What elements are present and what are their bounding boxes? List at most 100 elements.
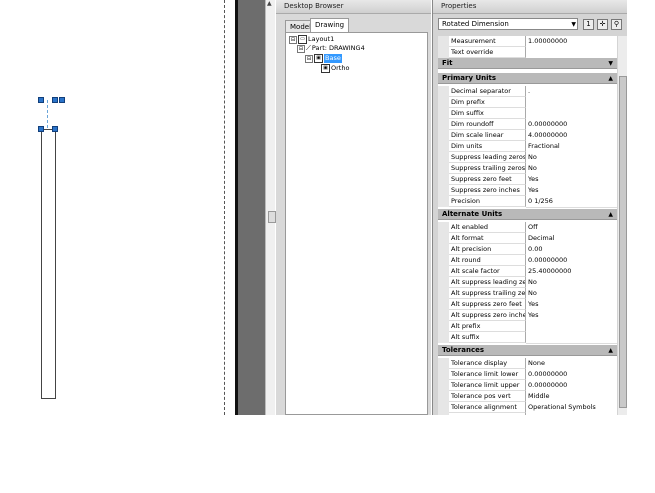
- dimension-grip[interactable]: [59, 97, 65, 103]
- pickadd-icon[interactable]: ✛: [597, 19, 608, 30]
- properties-panel: Properties Rotated Dimension ▼ 1 ✛ ⚲ Mea…: [432, 0, 627, 415]
- property-row[interactable]: Alt suppress zero feet Yes: [438, 299, 617, 311]
- property-value[interactable]: 0.00000000: [526, 413, 617, 415]
- property-row[interactable]: Tolerance limit upper 0.00000000: [438, 380, 617, 392]
- properties-scrollbar[interactable]: [618, 36, 627, 415]
- property-row[interactable]: Decimal separator.: [438, 86, 617, 98]
- row-gutter: [438, 119, 449, 130]
- row-gutter: [438, 163, 449, 174]
- selection-dropdown[interactable]: Rotated Dimension ▼: [438, 18, 578, 30]
- property-label: Suppress zero inches: [438, 185, 526, 196]
- dimension-line[interactable]: [47, 100, 48, 128]
- property-row[interactable]: Tolerance pos vert Middle: [438, 391, 617, 403]
- row-gutter: [438, 277, 449, 288]
- property-row[interactable]: Dim suffix: [438, 108, 617, 120]
- collapse-icon[interactable]: ⊟: [297, 44, 305, 53]
- tree-node-base[interactable]: ⊟ ▣ Base: [305, 54, 342, 63]
- row-gutter: [438, 97, 449, 108]
- scrollbar-thumb[interactable]: [268, 211, 276, 223]
- drawn-rectangle[interactable]: [41, 129, 56, 399]
- property-label: Suppress leading zeros: [438, 152, 526, 163]
- property-row[interactable]: Dim units Fractional: [438, 141, 617, 153]
- property-row[interactable]: Dim roundoff 0.00000000: [438, 119, 617, 131]
- view-icon: ▣: [314, 54, 323, 63]
- property-label: Alt round: [438, 255, 526, 266]
- row-gutter: [438, 174, 449, 185]
- property-label: Tolerance pos vert: [438, 391, 526, 402]
- property-label: Decimal separator: [438, 86, 526, 97]
- property-value[interactable]: 0 1/256: [526, 196, 617, 208]
- collapse-icon[interactable]: ⊟: [305, 54, 313, 63]
- section-header[interactable]: Fit ▼: [438, 58, 617, 69]
- property-row[interactable]: Alt suppress trailing zer... No: [438, 288, 617, 300]
- property-label: Tolerance precision: [438, 413, 526, 415]
- quick-select-icon[interactable]: ⚲: [611, 19, 622, 30]
- section-title: Tolerances: [442, 346, 485, 354]
- chevron-down-icon[interactable]: ▼: [571, 20, 576, 30]
- property-row[interactable]: Suppress trailing zeros No: [438, 163, 617, 175]
- section-header[interactable]: Tolerances ▲: [438, 345, 617, 356]
- dimension-grip[interactable]: [52, 126, 58, 132]
- property-row[interactable]: Alt scale factor 25.40000000: [438, 266, 617, 278]
- row-gutter: [438, 266, 449, 277]
- property-row[interactable]: Tolerance limit lower 0.00000000: [438, 369, 617, 381]
- property-row[interactable]: Alt enabled Off: [438, 222, 617, 234]
- property-label: Alt suffix: [438, 332, 526, 343]
- selection-value: Rotated Dimension: [442, 20, 509, 28]
- vertical-scrollbar[interactable]: ▲: [265, 0, 276, 415]
- property-row[interactable]: Suppress zero feet Yes: [438, 174, 617, 186]
- scroll-up-icon[interactable]: ▲: [267, 0, 272, 7]
- row-gutter: [438, 332, 449, 343]
- tree-node-layout[interactable]: ⊟ ▭ Layout1: [289, 35, 334, 44]
- dimension-grip[interactable]: [38, 126, 44, 132]
- property-row[interactable]: Dim scale linear 4.00000000: [438, 130, 617, 142]
- property-value[interactable]: [526, 332, 617, 344]
- collapse-icon[interactable]: ⊟: [289, 35, 297, 44]
- property-row[interactable]: Alt format Decimal: [438, 233, 617, 245]
- property-label: Tolerance limit upper: [438, 380, 526, 391]
- row-gutter: [438, 413, 449, 415]
- property-label: Alt precision: [438, 244, 526, 255]
- row-gutter: [438, 358, 449, 369]
- panel-title: Properties: [433, 0, 627, 14]
- property-row[interactable]: Suppress leading zeros No: [438, 152, 617, 164]
- expand-icon[interactable]: ▼: [608, 58, 613, 69]
- collapse-icon[interactable]: ▲: [608, 345, 613, 356]
- property-row[interactable]: Tolerance alignment Operational Symbols: [438, 402, 617, 414]
- tab-drawing[interactable]: Drawing: [310, 18, 350, 33]
- property-label: Alt suppress leading ze...: [438, 277, 526, 288]
- dimension-grip[interactable]: [52, 97, 58, 103]
- collapse-icon[interactable]: ▲: [608, 73, 613, 84]
- browser-tree: ⊟ ▭ Layout1 ⊟ ⟋ Part: DRAWING4 ⊟ ▣ Base …: [285, 32, 428, 415]
- property-row[interactable]: Alt prefix: [438, 321, 617, 333]
- property-row[interactable]: Suppress zero inches Yes: [438, 185, 617, 197]
- property-label: Alt enabled: [438, 222, 526, 233]
- property-label: Alt scale factor: [438, 266, 526, 277]
- row-gutter: [438, 321, 449, 332]
- row-gutter: [438, 47, 449, 58]
- drawing-canvas[interactable]: [0, 0, 265, 415]
- property-row[interactable]: Text override: [438, 47, 617, 59]
- property-row[interactable]: Precision 0 1/256: [438, 196, 617, 208]
- section-header[interactable]: Primary Units ▲: [438, 73, 617, 84]
- property-label: Tolerance alignment: [438, 402, 526, 413]
- property-row[interactable]: Alt suppress leading ze... No: [438, 277, 617, 289]
- property-row[interactable]: Measurement 1.00000000: [438, 36, 617, 48]
- collapse-icon[interactable]: ▲: [608, 209, 613, 220]
- property-row[interactable]: Tolerance display None: [438, 358, 617, 370]
- row-gutter: [438, 86, 449, 97]
- property-row[interactable]: Alt suppress zero inches Yes: [438, 310, 617, 322]
- property-row[interactable]: Dim prefix: [438, 97, 617, 109]
- tree-node-part[interactable]: ⊟ ⟋ Part: DRAWING4: [297, 44, 365, 53]
- layout-icon: ▭: [298, 35, 307, 44]
- property-row[interactable]: Tolerance precision0.00000000: [438, 413, 617, 415]
- property-label: Tolerance display: [438, 358, 526, 369]
- dimension-grip[interactable]: [38, 97, 44, 103]
- property-row[interactable]: Alt round 0.00000000: [438, 255, 617, 267]
- section-header[interactable]: Alternate Units ▲: [438, 209, 617, 220]
- tree-node-ortho[interactable]: ▣ Ortho: [321, 64, 349, 73]
- select-objects-icon[interactable]: 1: [583, 19, 594, 30]
- property-row[interactable]: Alt suffix: [438, 332, 617, 344]
- property-row[interactable]: Alt precision 0.00: [438, 244, 617, 256]
- scrollbar-thumb[interactable]: [619, 76, 627, 408]
